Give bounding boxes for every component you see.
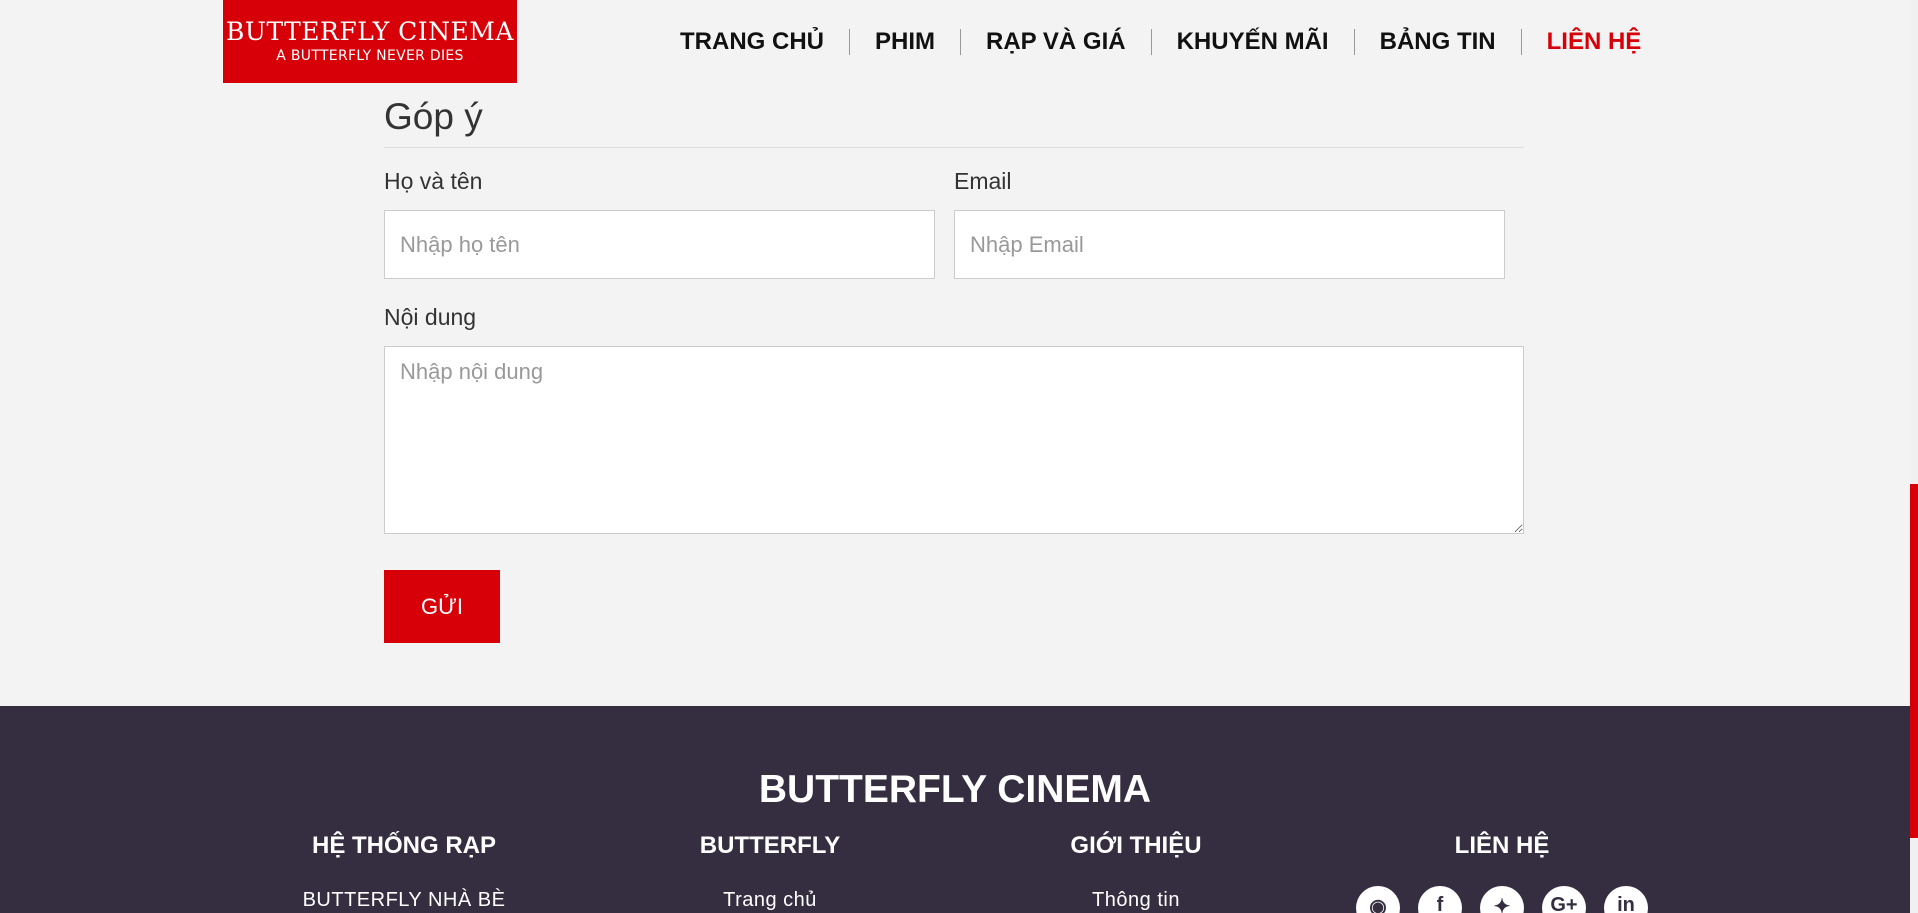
nav-divider xyxy=(960,29,961,55)
nav-divider xyxy=(849,29,850,55)
footer-col-about: GIỚI THIỆU Thông tin xyxy=(1046,832,1226,912)
name-label: Họ và tên xyxy=(384,168,483,194)
nav-item-promotions[interactable]: KHUYẾN MÃI xyxy=(1177,28,1329,56)
logo-title: BUTTERFLY CINEMA xyxy=(226,17,514,46)
facebook-icon[interactable]: f xyxy=(1418,886,1462,913)
footer-heading-cinemas: HỆ THỐNG RẠP xyxy=(311,832,496,859)
footer-link-home[interactable]: Trang chủ xyxy=(680,889,860,912)
google-plus-icon[interactable]: G+ xyxy=(1542,886,1586,913)
form-title: Góp ý xyxy=(384,84,1524,148)
nav-item-contact[interactable]: LIÊN HỆ xyxy=(1547,28,1642,56)
nav-item-home[interactable]: TRANG CHỦ xyxy=(680,28,824,56)
nav-item-news[interactable]: BẢNG TIN xyxy=(1380,28,1496,56)
logo[interactable]: BUTTERFLY CINEMA A BUTTERFLY NEVER DIES xyxy=(223,0,517,83)
footer-link-nha-be[interactable]: BUTTERFLY NHÀ BÈ xyxy=(260,889,548,912)
name-input[interactable] xyxy=(384,210,935,279)
nav-divider xyxy=(1353,29,1355,55)
footer-col-butterfly: BUTTERFLY Trang chủ xyxy=(680,832,860,912)
rss-icon[interactable]: ◉ xyxy=(1356,886,1400,913)
content-label: Nội dung xyxy=(384,304,477,330)
scrollbar-thumb[interactable] xyxy=(1910,484,1918,838)
site-header: BUTTERFLY CINEMA A BUTTERFLY NEVER DIES … xyxy=(0,0,1910,84)
page-scrollbar[interactable] xyxy=(1910,0,1918,913)
footer-heading-contact: LIÊN HỆ xyxy=(1454,832,1550,859)
main-nav: TRANG CHỦ PHIM RẠP VÀ GIÁ KHUYẾN MÃI BẢN… xyxy=(680,0,1641,84)
logo-tagline: A BUTTERFLY NEVER DIES xyxy=(276,48,464,64)
footer-col-contact: LIÊN HỆ xyxy=(1412,832,1592,889)
nav-divider xyxy=(1150,29,1152,55)
nav-item-movies[interactable]: PHIM xyxy=(875,28,935,56)
footer-heading-butterfly: BUTTERFLY xyxy=(699,832,841,859)
nav-divider xyxy=(1520,29,1522,55)
footer-brand: BUTTERFLY CINEMA xyxy=(758,768,1152,811)
email-input[interactable] xyxy=(954,210,1505,279)
twitter-icon[interactable]: ✦ xyxy=(1480,886,1524,913)
nav-item-cinemas-prices[interactable]: RẠP VÀ GIÁ xyxy=(986,28,1126,56)
linkedin-icon[interactable]: in xyxy=(1604,886,1648,913)
social-links: ◉ f ✦ G+ in xyxy=(1356,886,1648,913)
email-label: Email xyxy=(954,168,1012,194)
submit-button[interactable]: GỬI xyxy=(384,570,500,643)
footer-heading-about: GIỚI THIỆU xyxy=(1070,832,1202,859)
footer-link-info[interactable]: Thông tin xyxy=(1046,889,1226,912)
footer-col-cinemas: HỆ THỐNG RẠP BUTTERFLY NHÀ BÈ xyxy=(260,832,548,912)
feedback-form: Góp ý Họ và tên Email Nội dung GỬI xyxy=(384,84,1524,643)
site-footer: BUTTERFLY CINEMA HỆ THỐNG RẠP BUTTERFLY … xyxy=(0,706,1910,913)
content-textarea[interactable] xyxy=(384,346,1524,534)
